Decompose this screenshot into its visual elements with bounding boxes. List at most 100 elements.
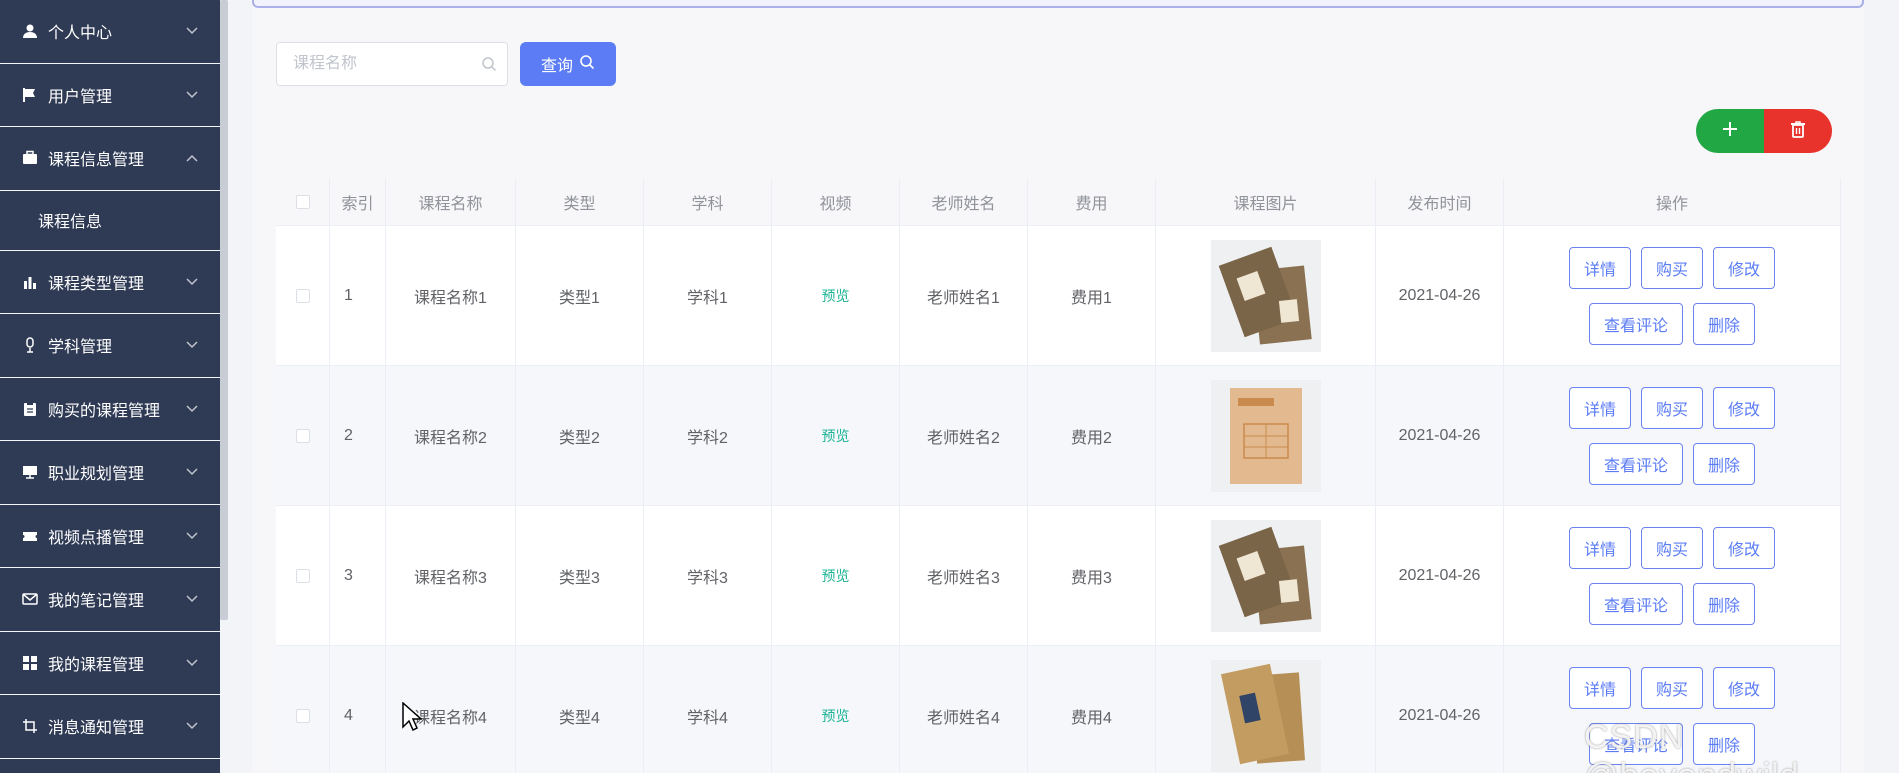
- row-select-cell[interactable]: [276, 646, 330, 773]
- add-button[interactable]: [1696, 109, 1764, 153]
- sidebar-item-my-courses-management[interactable]: 我的课程管理: [0, 632, 220, 695]
- cell-fee: 费用1: [1028, 226, 1156, 365]
- cell-publish-time: 2021-04-26: [1376, 226, 1504, 365]
- edit-button[interactable]: 修改: [1713, 526, 1776, 569]
- sidebar-item-purchased-course-management[interactable]: 购买的课程管理: [0, 378, 220, 441]
- delete-button[interactable]: 删除: [1692, 302, 1755, 345]
- course-image-envelope: [1210, 379, 1321, 492]
- cell-subject: 学科4: [644, 646, 772, 773]
- row-select-cell[interactable]: [276, 506, 330, 645]
- microphone-icon: [20, 335, 40, 355]
- bar-chart-icon: [20, 272, 40, 292]
- video-preview-link[interactable]: 预览: [822, 566, 850, 586]
- cell-publish-time: 2021-04-26: [1376, 506, 1504, 645]
- course-name-field[interactable]: [293, 55, 473, 73]
- chevron-down-icon: [186, 276, 198, 288]
- chevron-down-icon: [186, 466, 198, 478]
- sidebar-item-course-type-management[interactable]: 课程类型管理: [0, 251, 220, 314]
- row-checkbox[interactable]: [295, 288, 310, 303]
- video-preview-link[interactable]: 预览: [822, 706, 850, 726]
- edit-button[interactable]: 修改: [1713, 246, 1776, 289]
- sidebar-item-label: 课程信息管理: [48, 152, 145, 170]
- video-preview-link[interactable]: 预览: [822, 426, 850, 446]
- row-select-cell[interactable]: [276, 226, 330, 365]
- view-comments-button[interactable]: 查看评论: [1588, 442, 1683, 485]
- top-card-edge: [252, 0, 1864, 8]
- chevron-up-icon: [186, 152, 198, 164]
- view-comments-button[interactable]: 查看评论: [1588, 582, 1683, 625]
- sidebar-item-notification-management[interactable]: 消息通知管理: [0, 695, 220, 759]
- course-image-folder-brown: [1210, 239, 1321, 352]
- header-select-all[interactable]: [276, 178, 330, 225]
- cell-course-name: 课程名称3: [386, 506, 516, 645]
- sidebar-item-personal-center[interactable]: 个人中心: [0, 0, 220, 64]
- detail-button[interactable]: 详情: [1568, 386, 1631, 429]
- select-all-checkbox[interactable]: [295, 194, 310, 209]
- cell-course-name: 课程名称1: [386, 226, 516, 365]
- sidebar-item-label: 消息通知管理: [48, 720, 145, 738]
- header-subject: 学科: [644, 178, 772, 225]
- cell-actions: 详情 购买 修改 查看评论 删除: [1504, 506, 1841, 645]
- chevron-down-icon: [186, 657, 198, 669]
- sidebar-scrollbar[interactable]: [220, 0, 228, 620]
- row-select-cell[interactable]: [276, 366, 330, 505]
- delete-button[interactable]: 删除: [1692, 582, 1755, 625]
- batch-delete-button[interactable]: [1764, 109, 1832, 153]
- cell-course-name: 课程名称2: [386, 366, 516, 505]
- grid-icon: [20, 653, 40, 673]
- buy-button[interactable]: 购买: [1640, 666, 1703, 709]
- ticket-icon: [20, 526, 40, 546]
- watermark: CSDN @beyondwild: [1584, 718, 1799, 773]
- table-row: 1 课程名称1 类型1 学科1 预览 老师姓名1 费用1 2021-04-26 …: [276, 226, 1841, 366]
- row-checkbox[interactable]: [295, 428, 310, 443]
- detail-button[interactable]: 详情: [1568, 246, 1631, 289]
- cell-fee: 费用2: [1028, 366, 1156, 505]
- sidebar-item-label: 购买的课程管理: [48, 402, 161, 420]
- search-input[interactable]: [276, 42, 508, 86]
- row-checkbox[interactable]: [295, 708, 310, 723]
- cell-index: 3: [330, 506, 386, 645]
- course-image-folder-brown: [1210, 519, 1321, 632]
- sidebar-item-subject-management[interactable]: 学科管理: [0, 314, 220, 378]
- cell-index: 2: [330, 366, 386, 505]
- sidebar-item-my-notes-management[interactable]: 我的笔记管理: [0, 568, 220, 632]
- delete-button[interactable]: 删除: [1692, 442, 1755, 485]
- flag-icon: [20, 85, 40, 105]
- cell-course-image: [1156, 646, 1376, 773]
- video-preview-link[interactable]: 预览: [822, 286, 850, 306]
- header-type: 类型: [516, 178, 644, 225]
- header-fee: 费用: [1028, 178, 1156, 225]
- sidebar-item-career-planning-management[interactable]: 职业规划管理: [0, 441, 220, 505]
- header-course-image: 课程图片: [1156, 178, 1376, 225]
- cell-course-image: [1156, 506, 1376, 645]
- buy-button[interactable]: 购买: [1640, 246, 1703, 289]
- sidebar-subitem-course-info[interactable]: 课程信息: [0, 191, 220, 251]
- detail-button[interactable]: 详情: [1568, 666, 1631, 709]
- edit-button[interactable]: 修改: [1713, 666, 1776, 709]
- query-button[interactable]: 查询: [520, 42, 616, 86]
- sidebar-item-label: 我的课程管理: [48, 656, 145, 674]
- cell-fee: 费用3: [1028, 506, 1156, 645]
- sidebar-item-label: 学科管理: [48, 339, 113, 357]
- row-checkbox[interactable]: [295, 568, 310, 583]
- clipboard-icon: [20, 399, 40, 419]
- sidebar-item-label: 课程类型管理: [48, 275, 145, 293]
- detail-button[interactable]: 详情: [1568, 526, 1631, 569]
- cell-subject: 学科2: [644, 366, 772, 505]
- sidebar-item-video-on-demand-management[interactable]: 视频点播管理: [0, 505, 220, 568]
- buy-button[interactable]: 购买: [1640, 386, 1703, 429]
- chevron-down-icon: [186, 530, 198, 542]
- cell-fee: 费用4: [1028, 646, 1156, 773]
- sidebar: 个人中心 用户管理 课程信息管理 课程信息 课程类型管理 学科管理 购买的课程管…: [0, 0, 220, 773]
- edit-button[interactable]: 修改: [1713, 386, 1776, 429]
- view-comments-button[interactable]: 查看评论: [1588, 302, 1683, 345]
- sidebar-item-user-management[interactable]: 用户管理: [0, 64, 220, 127]
- sidebar-item-course-info-management[interactable]: 课程信息管理: [0, 127, 220, 191]
- user-icon: [20, 21, 40, 41]
- cell-video: 预览: [772, 506, 900, 645]
- cell-video: 预览: [772, 646, 900, 773]
- chevron-down-icon: [186, 89, 198, 101]
- cell-course-image: [1156, 366, 1376, 505]
- buy-button[interactable]: 购买: [1640, 526, 1703, 569]
- header-teacher-name: 老师姓名: [900, 178, 1028, 225]
